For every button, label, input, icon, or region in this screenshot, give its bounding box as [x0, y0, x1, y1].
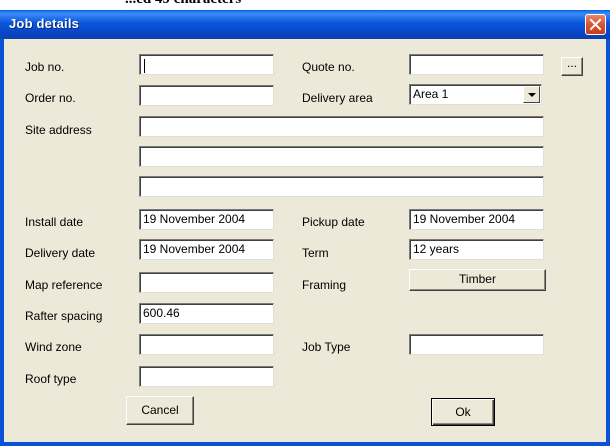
site-address-label: Site address: [25, 123, 92, 137]
term-label: Term: [302, 246, 329, 260]
delivery-area-value: Area 1: [413, 87, 449, 101]
close-icon: [589, 18, 602, 31]
delivery-area-label: Delivery area: [302, 91, 373, 105]
framing-label: Framing: [302, 278, 347, 292]
install-date-label: Install date: [25, 215, 84, 229]
delivery-date-input[interactable]: 19 November 2004: [139, 239, 274, 260]
cancel-button[interactable]: Cancel: [126, 396, 194, 425]
term-input[interactable]: 12 years: [409, 239, 544, 260]
background-window-text: ...ed 49 characters: [125, 0, 241, 8]
delivery-area-select[interactable]: Area 1: [409, 84, 542, 105]
roof-type-input[interactable]: [139, 366, 274, 387]
roof-type-label: Roof type: [25, 372, 77, 386]
chevron-down-icon: [528, 93, 536, 97]
wind-zone-input[interactable]: [139, 334, 274, 355]
wind-zone-label: Wind zone: [25, 340, 82, 354]
site-address-line-1[interactable]: [139, 116, 544, 137]
rafter-spacing-label: Rafter spacing: [25, 309, 103, 323]
job-no-input[interactable]: [139, 54, 274, 75]
pickup-date-label: Pickup date: [302, 215, 365, 229]
order-no-label: Order no.: [25, 91, 76, 105]
dialog-body: Job no. Quote no. ... Order no. Delivery…: [4, 39, 606, 442]
rafter-spacing-input[interactable]: 600.46: [139, 303, 274, 324]
quote-no-input[interactable]: [409, 54, 544, 75]
quote-no-label: Quote no.: [302, 60, 355, 74]
map-reference-label: Map reference: [25, 278, 103, 292]
pickup-date-input[interactable]: 19 November 2004: [409, 209, 544, 230]
framing-button[interactable]: Timber: [409, 269, 546, 291]
delivery-date-label: Delivery date: [25, 246, 96, 260]
map-reference-input[interactable]: [139, 272, 274, 293]
ok-button[interactable]: Ok: [431, 398, 495, 426]
install-date-input[interactable]: 19 November 2004: [139, 209, 274, 230]
job-no-label: Job no.: [25, 60, 65, 74]
quote-browse-button[interactable]: ...: [561, 57, 583, 76]
job-details-dialog: Job details Job no. Quote no. ... Order …: [0, 10, 610, 446]
dropdown-button[interactable]: [523, 86, 540, 103]
title-bar[interactable]: Job details: [0, 10, 610, 39]
close-button[interactable]: [585, 14, 606, 35]
window-title: Job details: [9, 16, 80, 31]
order-no-input[interactable]: [139, 85, 274, 106]
job-type-input[interactable]: [409, 334, 544, 355]
background-window: ...ed 49 characters: [0, 0, 610, 10]
job-type-label: Job Type: [302, 340, 351, 354]
text-cursor: [144, 59, 145, 73]
site-address-line-3[interactable]: [139, 176, 544, 197]
site-address-line-2[interactable]: [139, 146, 544, 167]
